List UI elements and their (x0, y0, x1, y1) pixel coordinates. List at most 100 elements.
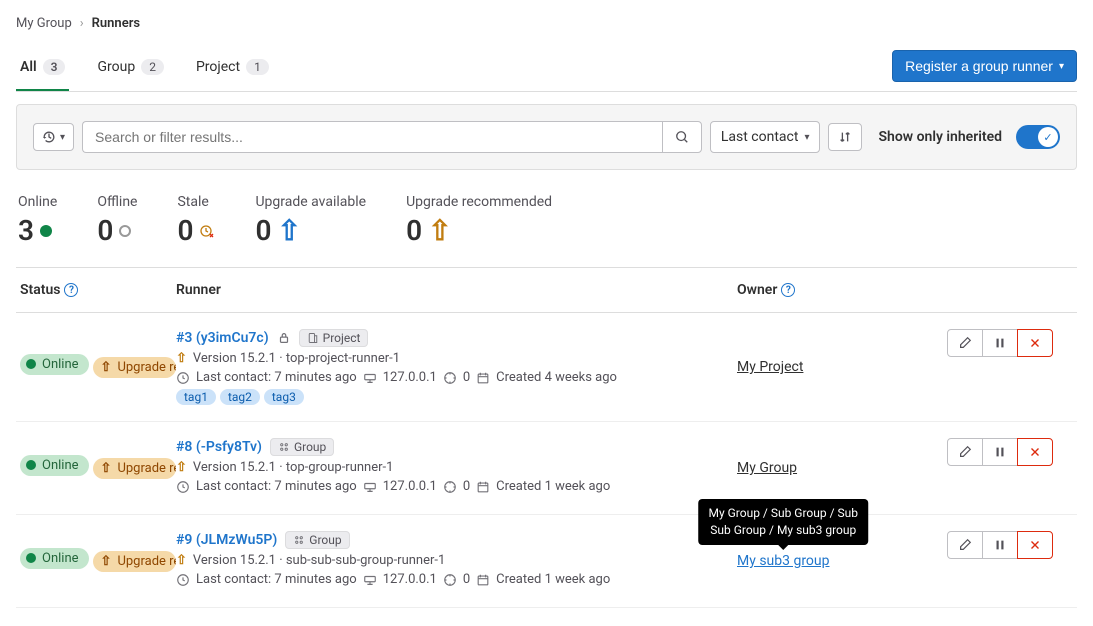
tabs-row: All 3 Group 2 Project 1 Register a group… (16, 47, 1077, 92)
upgrade-icon: ⇧ (176, 460, 187, 475)
calendar-icon (476, 573, 490, 587)
stat-label: Offline (97, 194, 137, 210)
ip-address: 127.0.0.1 (383, 370, 437, 385)
type-label: Project (323, 331, 361, 345)
pencil-icon (958, 445, 972, 459)
last-contact: Last contact: 7 minutes ago (196, 370, 357, 385)
stat-offline: Offline 0 (97, 194, 137, 247)
tag[interactable]: tag1 (176, 389, 216, 405)
tab-group[interactable]: Group 2 (93, 47, 167, 91)
chevron-right-icon: › (80, 16, 84, 31)
table-row: Online ⇧Upgrade reco… #8 (-Psfy8Tv) Grou… (16, 422, 1077, 515)
upgrade-recommended-icon: ⇧ (428, 214, 451, 247)
runner-id-link[interactable]: #9 (JLMzWu5P) (176, 532, 277, 548)
tag[interactable]: tag3 (264, 389, 304, 405)
status-badge: Online (20, 354, 89, 375)
inherited-toggle[interactable]: ✓ (1016, 125, 1060, 149)
owner-link[interactable]: My sub3 group (737, 553, 830, 569)
ip-icon (363, 371, 377, 385)
sort-dropdown[interactable]: Last contact ▾ (710, 121, 821, 153)
delete-button[interactable] (1017, 329, 1053, 357)
tab-count: 3 (43, 59, 66, 75)
last-contact: Last contact: 7 minutes ago (196, 572, 357, 587)
stats-row: Online 3 Offline 0 Stale 0 Upgrade avail… (16, 170, 1077, 267)
row-actions (947, 531, 1077, 559)
help-icon[interactable]: ? (781, 283, 795, 297)
tab-project[interactable]: Project 1 (192, 47, 273, 91)
edit-button[interactable] (947, 531, 983, 559)
pause-icon (993, 538, 1007, 552)
created-text: Created 1 week ago (496, 572, 610, 587)
pause-button[interactable] (983, 329, 1017, 357)
chevron-down-icon: ▾ (60, 132, 65, 143)
history-button[interactable]: ▾ (33, 123, 74, 151)
button-label: Register a group runner (905, 58, 1053, 74)
delete-button[interactable] (1017, 531, 1053, 559)
pause-button[interactable] (983, 531, 1017, 559)
search-wrap (82, 121, 702, 153)
group-icon (278, 441, 290, 453)
upgrade-badge: ⇧Upgrade reco… (93, 458, 176, 479)
runner-id-link[interactable]: #8 (-Psfy8Tv) (176, 439, 262, 455)
jobs-count: 0 (463, 479, 470, 494)
edit-button[interactable] (947, 329, 983, 357)
stat-label: Upgrade recommended (406, 194, 552, 210)
row-actions (947, 329, 1077, 357)
status-dot-icon (119, 225, 131, 237)
owner-link[interactable]: My Project (737, 359, 803, 375)
header-runner: Runner (176, 282, 737, 298)
sort-label: Last contact (721, 129, 799, 145)
header-status: Status ? (16, 282, 176, 298)
search-button[interactable] (662, 121, 702, 153)
breadcrumb-parent[interactable]: My Group (16, 16, 72, 31)
edit-button[interactable] (947, 438, 983, 466)
version-text: Version 15.2.1 · sub-sub-sub-group-runne… (193, 553, 445, 568)
clock-icon (176, 573, 190, 587)
pause-icon (993, 336, 1007, 350)
search-input[interactable] (82, 121, 662, 153)
upgrade-icon: ⇧ (101, 360, 112, 375)
created-text: Created 4 weeks ago (496, 370, 617, 385)
tab-label: Group (97, 59, 135, 75)
stat-label: Upgrade available (255, 194, 366, 210)
stat-value: 0 (255, 214, 271, 247)
pencil-icon (958, 336, 972, 350)
table-row: Online ⇧Upgrade reco… #3 (y3imCu7c) Proj… (16, 313, 1077, 422)
owner-link[interactable]: My Group (737, 460, 797, 476)
status-badge: Online (20, 455, 89, 476)
tab-all[interactable]: All 3 (16, 47, 69, 91)
owner-tooltip: My Group / Sub Group / SubSub Group / My… (698, 499, 868, 545)
tab-label: Project (196, 59, 240, 75)
register-runner-button[interactable]: Register a group runner ▾ (892, 50, 1077, 82)
last-contact: Last contact: 7 minutes ago (196, 479, 357, 494)
stat-online: Online 3 (18, 194, 57, 247)
runner-type-badge: Group (270, 438, 334, 456)
pause-button[interactable] (983, 438, 1017, 466)
created-text: Created 1 week ago (496, 479, 610, 494)
upgrade-badge: ⇧Upgrade reco… (93, 551, 176, 572)
type-label: Group (309, 533, 341, 547)
ip-icon (363, 573, 377, 587)
tags: tag1tag2tag3 (176, 389, 737, 405)
jobs-icon (443, 371, 457, 385)
jobs-count: 0 (463, 572, 470, 587)
help-icon[interactable]: ? (64, 283, 78, 297)
stat-value: 0 (177, 214, 193, 247)
upgrade-text: Upgrade reco… (117, 554, 176, 569)
close-icon (1028, 445, 1042, 459)
upgrade-icon: ⇧ (101, 461, 112, 476)
delete-button[interactable] (1017, 438, 1053, 466)
calendar-icon (476, 480, 490, 494)
runner-id-link[interactable]: #3 (y3imCu7c) (176, 330, 269, 346)
tag[interactable]: tag2 (220, 389, 260, 405)
filter-bar: ▾ Last contact ▾ Show only inherited ✓ (16, 104, 1077, 170)
inherited-label: Show only inherited (878, 129, 1002, 145)
stale-icon (199, 223, 215, 239)
ip-address: 127.0.0.1 (383, 479, 437, 494)
jobs-icon (443, 480, 457, 494)
status-text: Online (42, 357, 79, 372)
sort-direction-button[interactable] (828, 123, 862, 151)
jobs-count: 0 (463, 370, 470, 385)
stat-label: Online (18, 194, 57, 210)
close-icon (1028, 336, 1042, 350)
